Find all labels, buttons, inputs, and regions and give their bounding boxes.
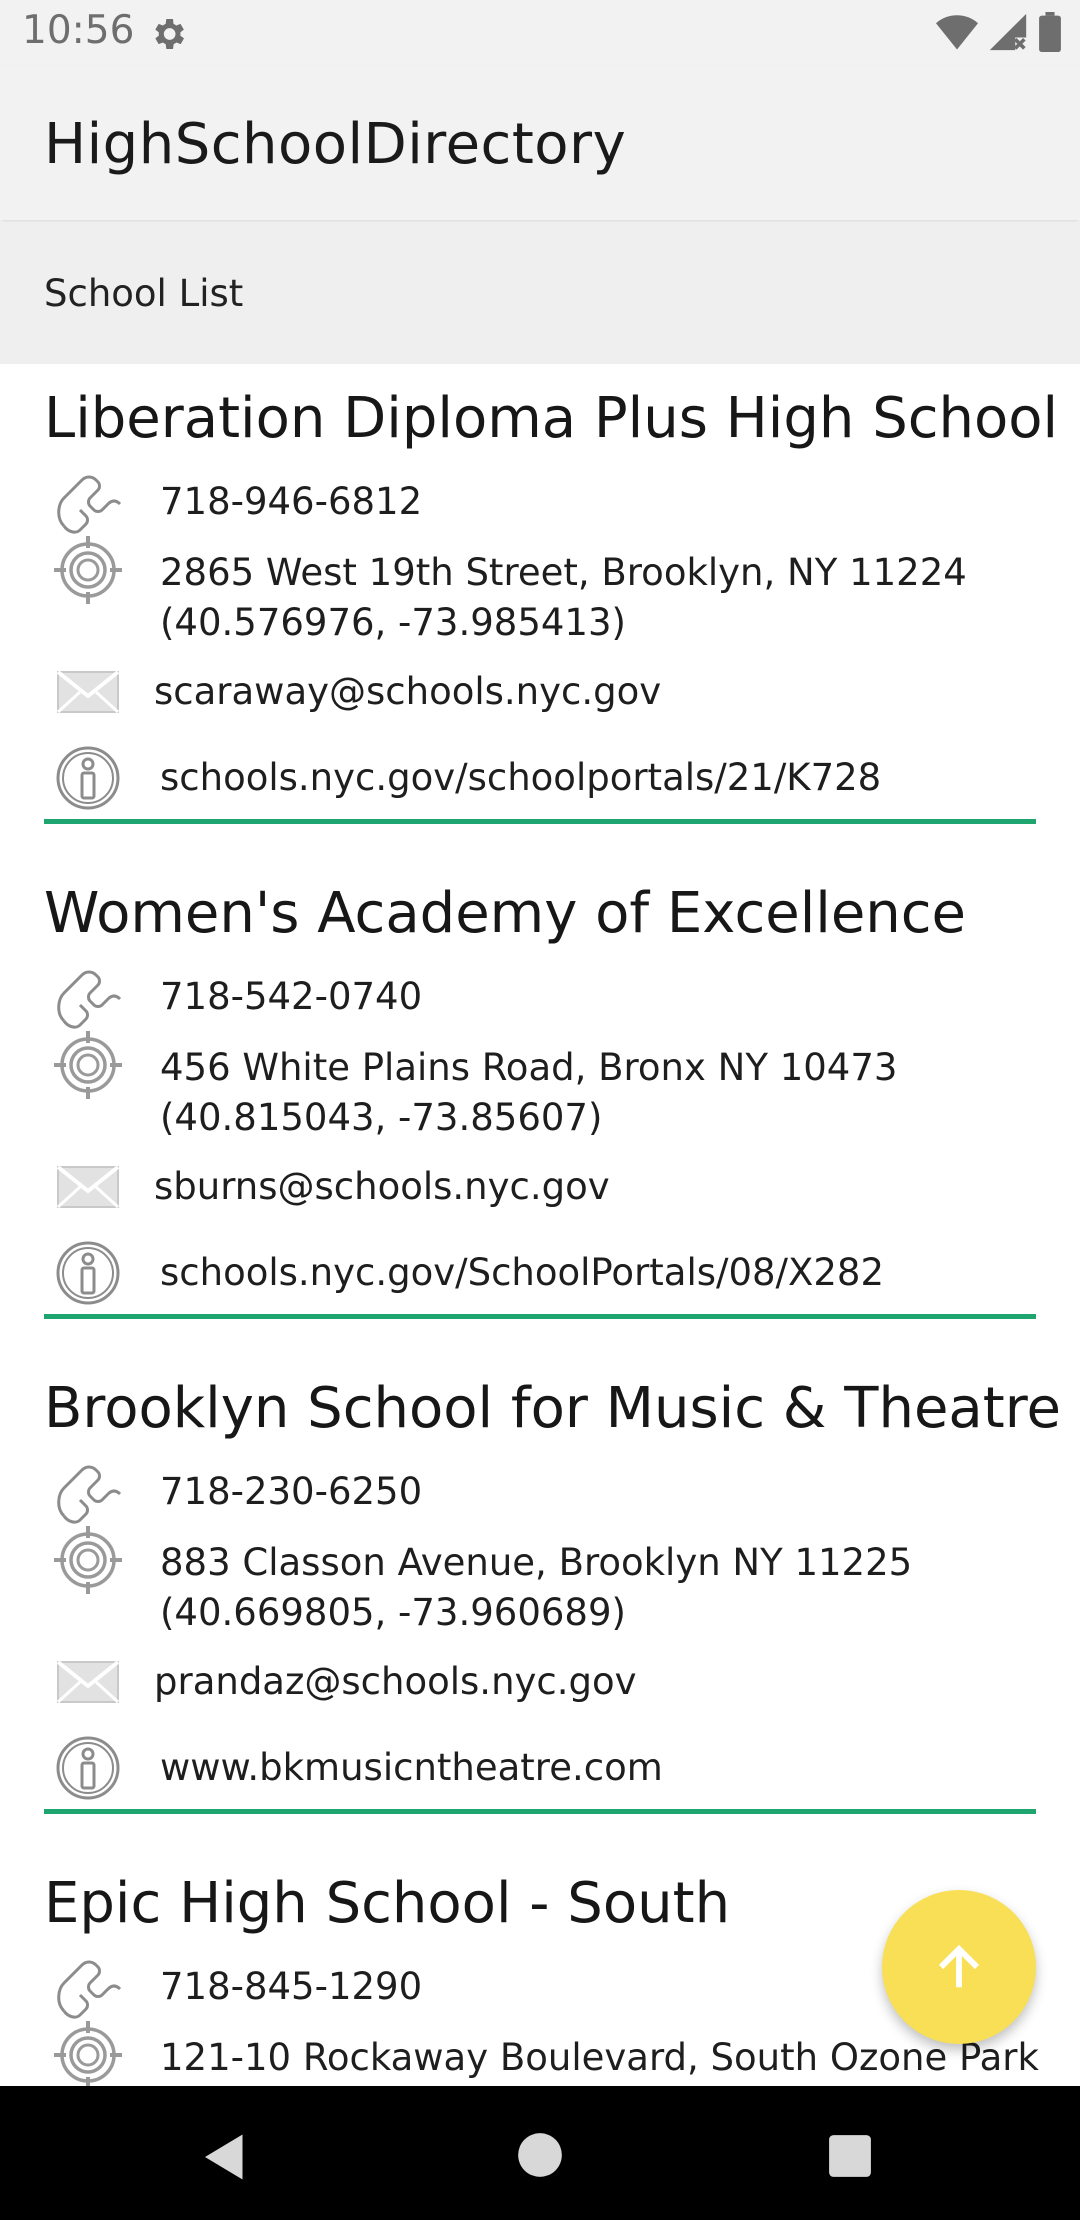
location-icon xyxy=(50,2017,126,2086)
email-icon xyxy=(50,654,126,730)
info-icon xyxy=(50,740,126,816)
navigation-bar xyxy=(0,2086,1080,2220)
card-divider xyxy=(44,1314,1036,1319)
card-divider xyxy=(44,819,1036,824)
scroll-to-top-button[interactable] xyxy=(882,1890,1036,2044)
app-title: HighSchoolDirectory xyxy=(44,112,627,177)
school-list[interactable]: Liberation Diploma Plus High School 718-… xyxy=(0,364,1080,2086)
card-divider xyxy=(44,1809,1036,1814)
school-address[interactable]: 456 White Plains Road, Bronx NY 10473 xyxy=(160,1043,897,1093)
location-icon xyxy=(50,1522,126,1598)
location-icon xyxy=(50,1027,126,1103)
school-card[interactable]: Liberation Diploma Plus High School 718-… xyxy=(44,364,1058,826)
phone-icon xyxy=(50,959,126,1035)
arrow-up-icon xyxy=(938,1944,980,1988)
info-icon xyxy=(50,1235,126,1311)
school-coordinates: (40.815043, -73.85607) xyxy=(160,1096,603,1139)
email-icon xyxy=(50,1149,126,1225)
school-phone[interactable]: 718-542-0740 xyxy=(160,972,422,1022)
email-icon xyxy=(50,1644,126,1720)
phone-icon xyxy=(50,1949,126,2025)
home-icon[interactable] xyxy=(517,2132,563,2178)
back-icon[interactable] xyxy=(200,2132,250,2182)
battery-icon xyxy=(1039,12,1061,52)
school-coordinates: (40.669805, -73.960689) xyxy=(160,1591,626,1634)
status-icons xyxy=(936,12,1062,52)
app-bar: HighSchoolDirectory xyxy=(0,66,1080,220)
school-address[interactable]: 883 Classon Avenue, Brooklyn NY 11225 xyxy=(160,1538,912,1588)
school-name: Epic High School - South xyxy=(44,1871,731,1936)
school-email[interactable]: scaraway@schools.nyc.gov xyxy=(154,667,661,717)
section-header: School List xyxy=(0,222,1080,364)
school-card[interactable]: Women's Academy of Excellence 718-542-07… xyxy=(44,859,1036,1321)
school-website[interactable]: schools.nyc.gov/schoolportals/21/K728 xyxy=(160,753,881,803)
school-phone[interactable]: 718-845-1290 xyxy=(160,1962,422,2012)
location-icon xyxy=(50,532,126,608)
school-email[interactable]: prandaz@schools.nyc.gov xyxy=(154,1657,637,1707)
school-website[interactable]: schools.nyc.gov/SchoolPortals/08/X282 xyxy=(160,1248,884,1298)
school-address[interactable]: 121-10 Rockaway Boulevard, South Ozone P… xyxy=(160,2033,1039,2083)
gear-icon xyxy=(155,19,184,49)
school-email[interactable]: sburns@schools.nyc.gov xyxy=(154,1162,610,1212)
school-coordinates: (40.576976, -73.985413) xyxy=(160,601,626,644)
wifi-icon xyxy=(936,15,978,50)
school-name: Women's Academy of Excellence xyxy=(44,881,967,946)
phone-icon xyxy=(50,464,126,540)
status-time: 10:56 xyxy=(22,8,135,53)
school-website[interactable]: www.bkmusicntheatre.com xyxy=(160,1743,663,1793)
recents-icon[interactable] xyxy=(828,2134,872,2178)
info-icon xyxy=(50,1730,126,1806)
school-name: Brooklyn School for Music & Theatre xyxy=(44,1376,1061,1441)
section-label: School List xyxy=(44,272,244,315)
school-phone[interactable]: 718-230-6250 xyxy=(160,1467,422,1517)
signal-icon xyxy=(989,13,1027,51)
phone-icon xyxy=(50,1454,126,1530)
school-card[interactable]: Brooklyn School for Music & Theatre 718-… xyxy=(44,1354,1061,1816)
status-bar: 10:56 xyxy=(0,0,1080,66)
school-address[interactable]: 2865 West 19th Street, Brooklyn, NY 1122… xyxy=(160,548,967,598)
school-phone[interactable]: 718-946-6812 xyxy=(160,477,422,527)
school-name: Liberation Diploma Plus High School xyxy=(44,386,1059,451)
